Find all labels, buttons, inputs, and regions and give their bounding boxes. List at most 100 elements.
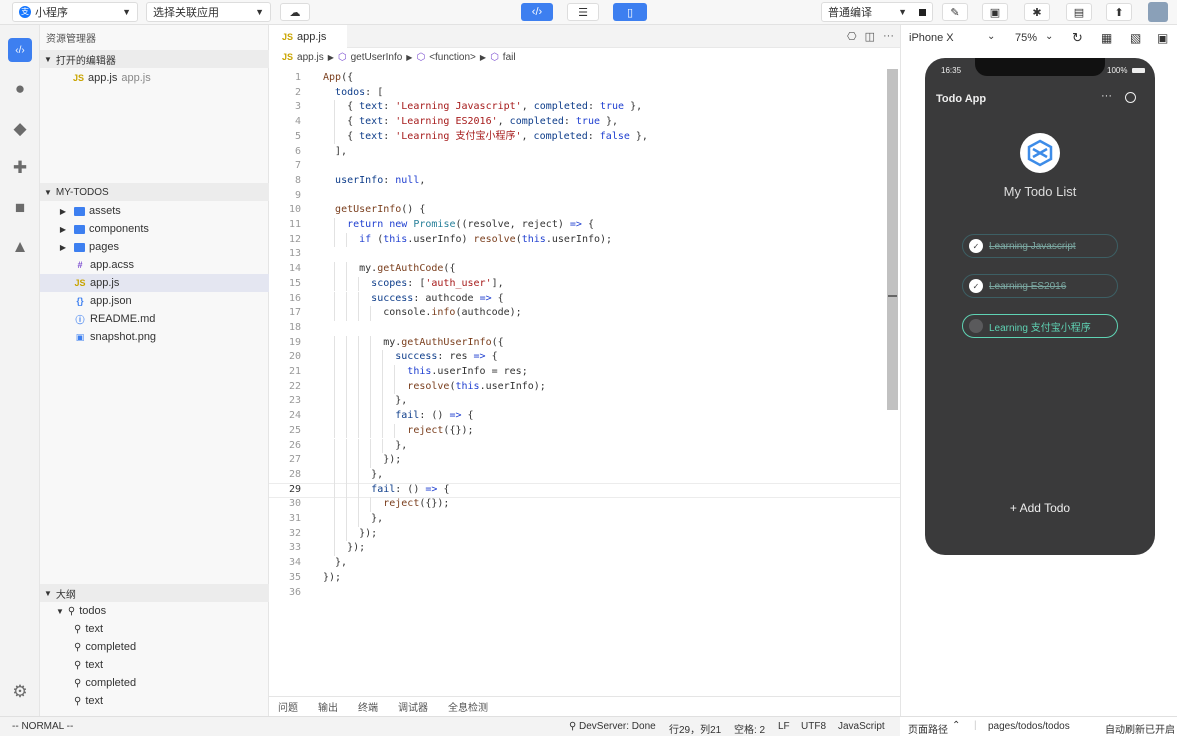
language-mode[interactable]: JavaScript xyxy=(838,721,885,732)
zoom-select[interactable]: 75% xyxy=(1015,32,1037,44)
outline-item[interactable]: ⚲ text xyxy=(40,656,269,674)
code-line[interactable]: App({ xyxy=(323,71,353,86)
tree-item[interactable]: # app.acss xyxy=(40,256,269,274)
add-todo-button[interactable]: + Add Todo xyxy=(925,501,1155,515)
chevron-down-icon[interactable]: ⌄ xyxy=(1045,31,1053,42)
code-line[interactable]: if (this.userInfo) resolve(this.userInfo… xyxy=(323,233,612,248)
breadcrumb-file[interactable]: app.js xyxy=(297,52,324,63)
check-icon[interactable]: ✓ xyxy=(969,279,983,293)
page-path-label[interactable]: 页面路径 xyxy=(908,721,948,736)
preview-split-icon[interactable]: ⎔ xyxy=(847,30,857,43)
code-line[interactable]: }); xyxy=(323,571,341,586)
search-icon[interactable]: ● xyxy=(8,77,32,101)
code-line[interactable]: my.getAuthUserInfo({ xyxy=(323,336,503,351)
code-line[interactable]: userInfo: null, xyxy=(323,174,425,189)
extensions-icon[interactable]: ✚ xyxy=(8,156,32,180)
check-icon[interactable]: ✓ xyxy=(969,239,983,253)
more-icon[interactable]: ··· xyxy=(883,30,894,43)
chevron-down-icon[interactable]: ⌄ xyxy=(987,31,995,42)
outline-header[interactable]: ▼ 大纲 xyxy=(40,584,269,602)
outline-item[interactable]: ⚲ text xyxy=(40,620,269,638)
tab-app-js[interactable]: JS app.js xyxy=(269,25,347,48)
refresh-icon[interactable]: ↻ xyxy=(1072,30,1083,46)
tree-item[interactable]: ▶ components xyxy=(40,220,269,238)
code-line[interactable]: }); xyxy=(323,541,365,556)
tree-item[interactable]: JS app.js xyxy=(40,274,269,292)
code-line[interactable]: resolve(this.userInfo); xyxy=(323,380,546,395)
tab-terminal[interactable]: 终端 xyxy=(358,699,378,714)
code-line[interactable]: success: authcode => { xyxy=(323,292,503,307)
code-line[interactable]: todos: [ xyxy=(323,86,383,101)
outline-item[interactable]: ⚲ text xyxy=(40,692,269,710)
todo-item[interactable]: Learning 支付宝小程序 xyxy=(962,314,1118,338)
code-line[interactable]: }); xyxy=(323,527,377,542)
code-line[interactable]: fail: () => { xyxy=(323,483,449,498)
tab-holo-inspect[interactable]: 全息检测 xyxy=(448,699,488,714)
code-line[interactable]: this.userInfo = res; xyxy=(323,365,527,380)
device-icon[interactable]: ■ xyxy=(8,196,32,220)
explorer-icon[interactable]: ‹/› xyxy=(8,38,32,62)
gear-icon[interactable]: ⚙ xyxy=(8,680,32,704)
chevron-up-icon[interactable]: ⌃ xyxy=(952,720,960,731)
code-line[interactable]: getUserInfo() { xyxy=(323,203,425,218)
grid-icon[interactable]: ▦ xyxy=(1101,31,1112,45)
encoding[interactable]: UTF8 xyxy=(801,721,826,732)
code-line[interactable]: { text: 'Learning Javascript', completed… xyxy=(323,100,642,115)
split-editor-icon[interactable]: ◫ xyxy=(865,30,875,43)
tab-output[interactable]: 输出 xyxy=(318,699,338,714)
tree-item[interactable]: ▶ assets xyxy=(40,202,269,220)
compile-mode-select[interactable]: 普通编译 ▼ xyxy=(821,2,933,22)
code-view-button[interactable]: ‹/› xyxy=(521,3,553,21)
debug-button[interactable]: ✱ xyxy=(1024,3,1050,21)
details-button[interactable]: ▤ xyxy=(1066,3,1092,21)
tab-debugger[interactable]: 调试器 xyxy=(398,699,428,714)
project-header[interactable]: ▼ MY-TODOS xyxy=(40,183,269,201)
indent-spaces[interactable]: 空格: 2 xyxy=(734,721,765,736)
breadcrumb-item[interactable]: getUserInfo xyxy=(351,52,403,63)
code-line[interactable]: console.info(authcode); xyxy=(323,306,522,321)
code-line[interactable]: }, xyxy=(323,468,383,483)
settings-sliders-button[interactable]: ☰ xyxy=(567,3,599,21)
code-line[interactable]: }, xyxy=(323,556,347,571)
tree-item[interactable]: ▣ snapshot.png xyxy=(40,328,269,346)
open-editors-header[interactable]: ▼ 打开的编辑器 xyxy=(40,50,269,68)
todo-item[interactable]: ✓ Learning ES2016 xyxy=(962,274,1118,298)
linked-app-select[interactable]: 选择关联应用 ▼ xyxy=(146,2,271,22)
code-line[interactable]: my.getAuthCode({ xyxy=(323,262,455,277)
avatar[interactable] xyxy=(1148,2,1168,22)
tree-item[interactable]: {} app.json xyxy=(40,292,269,310)
devserver-status[interactable]: DevServer: Done xyxy=(579,721,656,732)
code-line[interactable]: }, xyxy=(323,439,407,454)
breadcrumb-item[interactable]: fail xyxy=(503,52,516,63)
code-line[interactable]: { text: 'Learning 支付宝小程序', completed: fa… xyxy=(323,130,648,145)
upload-button[interactable]: ⬆ xyxy=(1106,3,1132,21)
empty-circle-icon[interactable] xyxy=(969,319,983,333)
code-line[interactable]: return new Promise((resolve, reject) => … xyxy=(323,218,594,233)
window-icon[interactable]: ▣ xyxy=(1157,31,1168,45)
breadcrumb-item[interactable]: <function> xyxy=(429,52,476,63)
close-circle-icon[interactable] xyxy=(1125,92,1136,103)
code-area[interactable]: 1 App({2 todos: [3 { text: 'Learning Java… xyxy=(269,71,900,636)
outline-item[interactable]: ▼ ⚲ todos xyxy=(40,602,269,620)
code-line[interactable]: { text: 'Learning ES2016', completed: tr… xyxy=(323,115,618,130)
outline-item[interactable]: ⚲ completed xyxy=(40,674,269,692)
tree-item[interactable]: ⓘ README.md xyxy=(40,310,269,328)
tab-problems[interactable]: 问题 xyxy=(278,699,298,714)
open-editor-item[interactable]: JS app.js app.js xyxy=(40,69,269,87)
clear-cache-button[interactable]: ✎ xyxy=(942,3,968,21)
tree-item[interactable]: ▶ pages xyxy=(40,238,269,256)
code-line[interactable]: success: res => { xyxy=(323,350,497,365)
preview-button[interactable]: ▣ xyxy=(982,3,1008,21)
simulator-toggle-button[interactable]: ▯ xyxy=(613,3,647,21)
cursor-position[interactable]: 行29，列21 xyxy=(669,721,721,736)
inspect-icon[interactable]: ▧ xyxy=(1130,31,1141,45)
device-select[interactable]: iPhone X xyxy=(909,32,954,44)
line-ending[interactable]: LF xyxy=(778,721,790,732)
code-line[interactable]: }, xyxy=(323,394,407,409)
code-line[interactable]: scopes: ['auth_user'], xyxy=(323,277,503,292)
git-icon[interactable]: ◆ xyxy=(8,117,32,141)
editor-scrollbar[interactable] xyxy=(887,69,898,410)
lab-flask-icon[interactable]: ▲ xyxy=(8,235,32,259)
cloud-button[interactable]: ☁ xyxy=(280,3,310,21)
code-line[interactable]: ], xyxy=(323,145,347,160)
